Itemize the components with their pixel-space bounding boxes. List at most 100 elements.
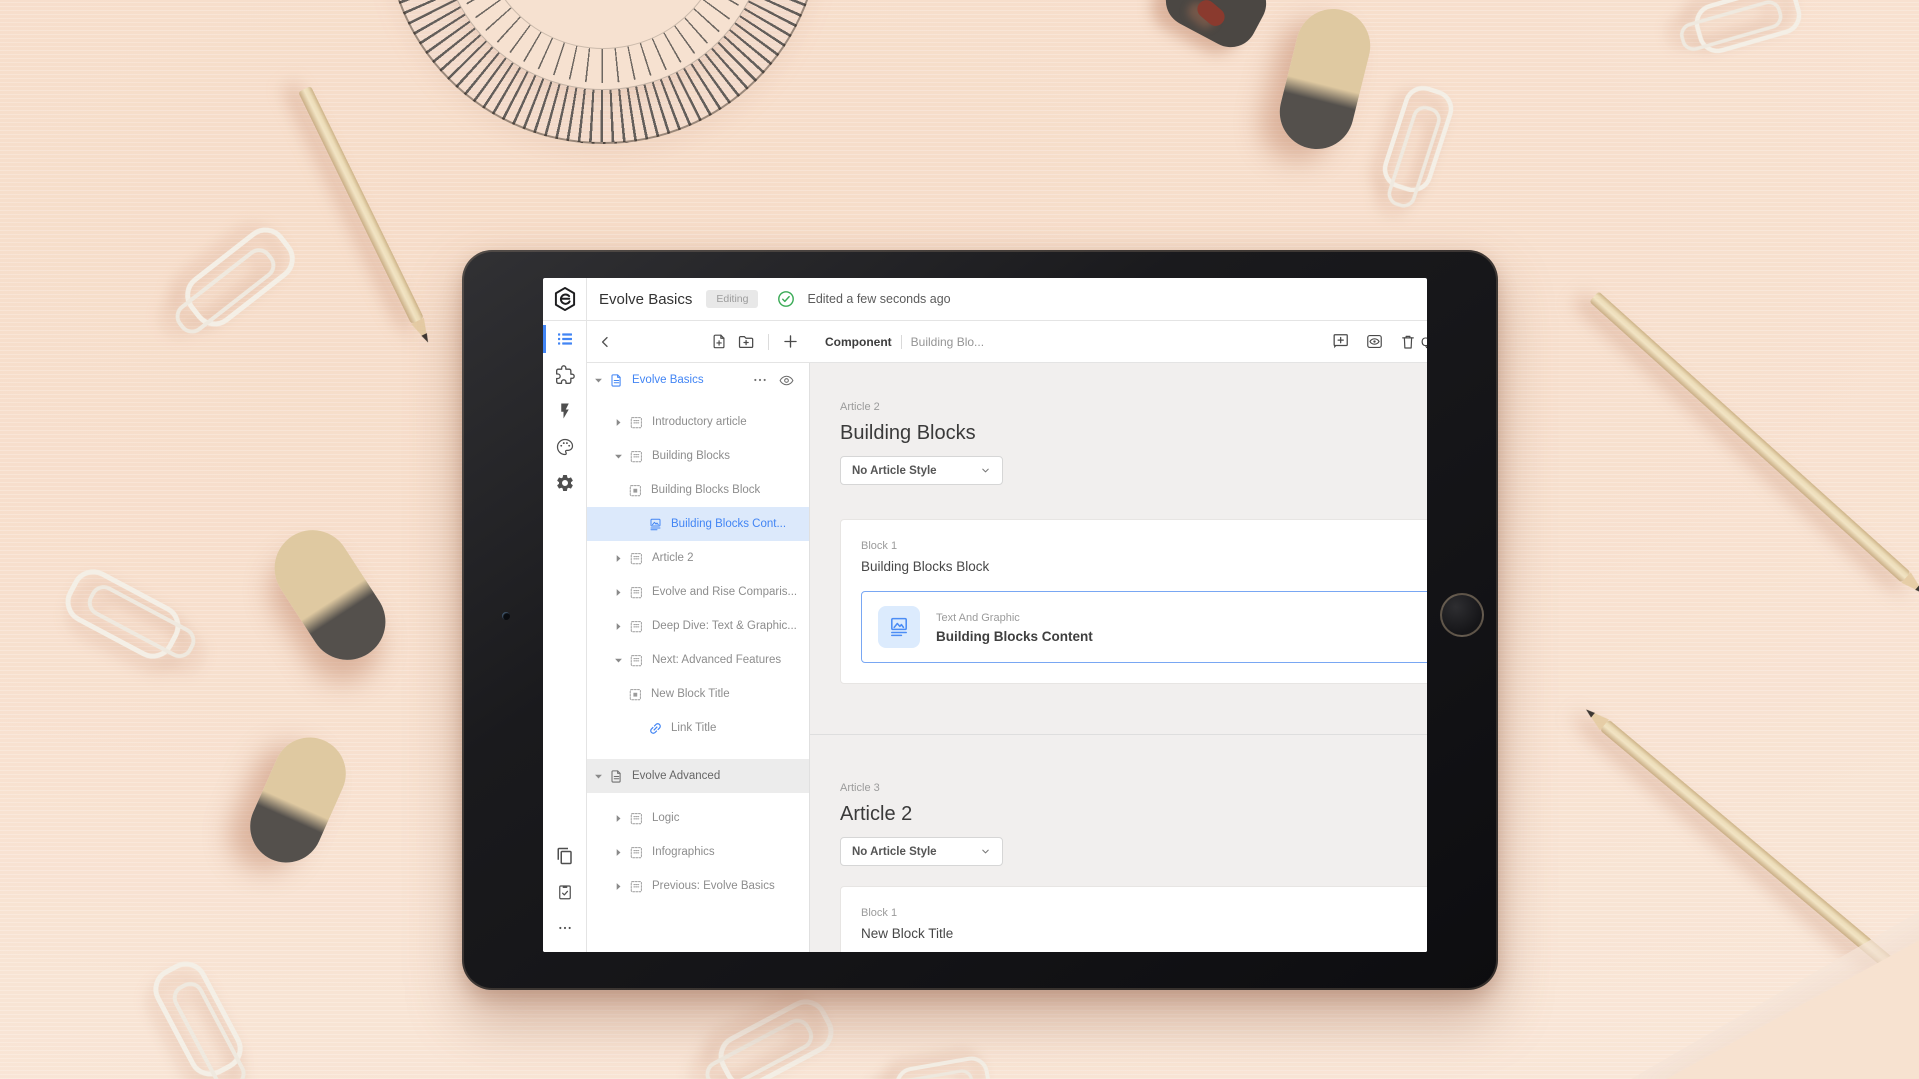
sidebar-item-label: Introductory article bbox=[652, 416, 747, 428]
caret-down-icon[interactable] bbox=[611, 452, 625, 461]
tree-gap bbox=[587, 793, 809, 801]
tablet: Evolve Basics Editing Edited a few secon… bbox=[462, 250, 1498, 990]
sidebar-item-next-advanced-features[interactable]: Next: Advanced Features bbox=[587, 643, 809, 677]
paperclip-top-far-right bbox=[1690, 0, 1806, 58]
caret-right-icon[interactable] bbox=[611, 418, 625, 427]
back-icon[interactable] bbox=[597, 334, 613, 350]
article-style-select[interactable]: No Article Style bbox=[840, 456, 1003, 485]
article-style-select[interactable]: No Article Style bbox=[840, 837, 1003, 866]
rail-item-puzzle[interactable] bbox=[543, 357, 586, 393]
file-plus-icon[interactable] bbox=[711, 333, 728, 350]
article-icon bbox=[629, 415, 644, 430]
article-title: Building Blocks bbox=[840, 421, 1427, 445]
rail-spacer bbox=[543, 501, 586, 838]
article-icon bbox=[629, 449, 644, 464]
rail-item-toc[interactable] bbox=[543, 321, 586, 357]
eraser-top-right bbox=[1272, 1, 1378, 157]
toolbar-divider bbox=[768, 334, 769, 350]
rail-item-clipboard-check[interactable] bbox=[543, 874, 586, 910]
sidebar-item-deep-dive-text-graphic[interactable]: Deep Dive: Text & Graphic... bbox=[587, 609, 809, 643]
caret-right-icon[interactable] bbox=[611, 588, 625, 597]
rail-item-copy[interactable] bbox=[543, 838, 586, 874]
tree-gap bbox=[587, 397, 809, 405]
row-action-more-h-icon[interactable] bbox=[752, 372, 768, 388]
caret-down-icon[interactable] bbox=[591, 772, 605, 781]
sidebar-item-building-blocks-block[interactable]: Building Blocks Block bbox=[587, 473, 809, 507]
sidebar-item-label: Evolve Basics bbox=[632, 374, 704, 386]
rail-item-bolt[interactable] bbox=[543, 393, 586, 429]
sidebar-item-infographics[interactable]: Infographics bbox=[587, 835, 809, 869]
caret-right-icon[interactable] bbox=[611, 554, 625, 563]
paperclip-bottom-center-2 bbox=[893, 1054, 994, 1079]
sidebar-item-evolve-basics[interactable]: Evolve Basics bbox=[587, 363, 809, 397]
caret-right-icon[interactable] bbox=[611, 848, 625, 857]
sidebar-item-article-2[interactable]: Article 2 bbox=[587, 541, 809, 575]
toolbar: Component Building Blo... Qu bbox=[587, 321, 1427, 363]
component-title: Building Blocks Content bbox=[936, 629, 1093, 644]
sidebar-item-label: Logic bbox=[652, 812, 680, 824]
delete-icon[interactable] bbox=[1399, 333, 1417, 351]
rail-item-more-h[interactable] bbox=[543, 910, 586, 946]
sidebar-item-building-blocks-cont[interactable]: Building Blocks Cont... bbox=[587, 507, 809, 541]
folder-plus-icon[interactable] bbox=[737, 333, 755, 351]
caret-right-icon[interactable] bbox=[611, 622, 625, 631]
eraser-left-1 bbox=[260, 516, 400, 675]
add-component-icon[interactable] bbox=[1331, 332, 1350, 351]
sidebar-item-label: Next: Advanced Features bbox=[652, 654, 781, 666]
quick-menu-text[interactable]: Qu bbox=[1417, 335, 1427, 349]
block-title: Building Blocks Block bbox=[861, 559, 1427, 574]
block-kicker: Block 1 bbox=[861, 906, 1427, 921]
puzzle-icon bbox=[555, 365, 575, 385]
editing-badge: Editing bbox=[706, 290, 758, 308]
eraser-left-2 bbox=[239, 726, 358, 874]
toolbar-sidebar-section bbox=[587, 321, 809, 362]
sidebar-item-building-blocks[interactable]: Building Blocks bbox=[587, 439, 809, 473]
sidebar-item-label: Building Blocks Cont... bbox=[671, 518, 786, 530]
saved-check-icon bbox=[777, 290, 795, 308]
sidebar-item-evolve-advanced[interactable]: Evolve Advanced bbox=[587, 759, 809, 793]
block-card-new-block-title[interactable]: Block 1 New Block Title bbox=[840, 886, 1427, 952]
sidebar-item-previous-evolve-basics[interactable]: Previous: Evolve Basics bbox=[587, 869, 809, 903]
block-card-building-blocks-block[interactable]: Block 1 Building Blocks Block Text And G… bbox=[840, 519, 1427, 684]
rail-item-palette[interactable] bbox=[543, 429, 586, 465]
paperclip-bottom-center bbox=[711, 992, 841, 1079]
component-type: Text And Graphic bbox=[936, 611, 1093, 626]
plus-icon[interactable] bbox=[782, 333, 799, 350]
page-icon bbox=[609, 769, 624, 784]
palette-icon bbox=[555, 437, 575, 457]
caret-down-icon[interactable] bbox=[591, 376, 605, 385]
sidebar-item-link-title[interactable]: Link Title bbox=[587, 711, 809, 745]
component-card-building-blocks-content[interactable]: Text And Graphic Building Blocks Content bbox=[861, 591, 1427, 663]
rail-item-gear[interactable] bbox=[543, 465, 586, 501]
sidebar-item-label: Building Blocks bbox=[652, 450, 730, 462]
more-h-icon bbox=[557, 920, 573, 936]
article-kicker: Article 2 bbox=[840, 400, 1427, 415]
left-icon-rail bbox=[543, 321, 587, 952]
preview-icon[interactable] bbox=[1365, 332, 1384, 351]
caret-down-icon[interactable] bbox=[611, 656, 625, 665]
pencil-right-1 bbox=[1589, 291, 1910, 582]
sidebar-item-introductory-article[interactable]: Introductory article bbox=[587, 405, 809, 439]
chevron-down-icon bbox=[980, 846, 991, 857]
row-action-eye-icon[interactable] bbox=[778, 372, 795, 389]
sidebar-item-label: Previous: Evolve Basics bbox=[652, 880, 775, 892]
paperclip-top-left bbox=[176, 219, 303, 336]
sidebar-item-label: Evolve Advanced bbox=[632, 770, 720, 782]
pencil-top-left bbox=[298, 86, 424, 324]
sidebar-item-label: Article 2 bbox=[652, 552, 694, 564]
tree-gap bbox=[587, 745, 809, 759]
evolve-logo-cell[interactable] bbox=[543, 278, 587, 320]
sidebar-item-evolve-and-rise-comparis[interactable]: Evolve and Rise Comparis... bbox=[587, 575, 809, 609]
bolt-icon bbox=[556, 402, 574, 420]
article-icon bbox=[629, 811, 644, 826]
sidebar-item-label: Evolve and Rise Comparis... bbox=[652, 586, 797, 598]
sidebar-item-logic[interactable]: Logic bbox=[587, 801, 809, 835]
breadcrumb-type[interactable]: Component bbox=[825, 335, 892, 349]
article-section-article-2: Article 3 Article 2 No Article Style Blo… bbox=[810, 735, 1427, 952]
breadcrumb-value: Building Blo... bbox=[911, 335, 984, 349]
copy-icon bbox=[556, 847, 574, 865]
sidebar-item-new-block-title[interactable]: New Block Title bbox=[587, 677, 809, 711]
caret-right-icon[interactable] bbox=[611, 882, 625, 891]
sidebar-item-label: Infographics bbox=[652, 846, 715, 858]
caret-right-icon[interactable] bbox=[611, 814, 625, 823]
